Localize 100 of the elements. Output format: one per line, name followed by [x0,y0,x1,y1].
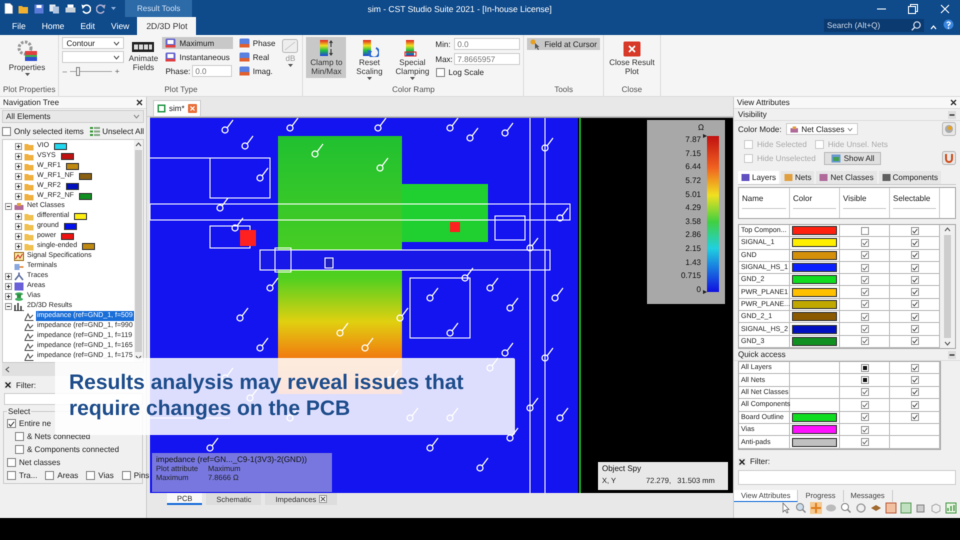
color-ramp-button[interactable]: Reset Scaling [349,37,390,82]
checkbox[interactable] [910,413,918,422]
ribbon-tab[interactable]: Edit [72,17,104,35]
checkbox[interactable] [860,226,868,235]
scroll-up-icon[interactable] [135,142,142,147]
panel-tab[interactable]: Components [878,171,941,184]
scroll-down-icon[interactable] [944,341,951,346]
checkbox[interactable] [910,300,918,308]
checkbox[interactable] [910,264,918,272]
checkbox[interactable] [860,438,868,446]
min-input[interactable]: 0.0 [454,38,520,50]
checkbox[interactable] [910,325,918,334]
checkbox[interactable] [2,127,11,136]
plot-part-button[interactable]: Real [236,51,278,63]
clear-filter-icon[interactable] [738,458,746,466]
close-icon[interactable] [950,99,957,106]
pan-icon[interactable] [810,502,822,514]
checkbox[interactable] [860,388,868,396]
phase-input[interactable]: 0.0 [192,65,232,77]
expand-icon[interactable] [15,192,22,200]
checkbox[interactable] [910,337,918,346]
close-icon[interactable] [136,99,143,106]
collapse-icon[interactable] [948,350,956,358]
panel-tab[interactable]: Net Classes [816,171,877,184]
panel-tab[interactable]: Nets [781,171,814,184]
slider-minus[interactable]: – [62,66,67,76]
collapse-icon[interactable] [948,110,956,118]
scroll-up-icon[interactable] [944,227,951,232]
checkbox[interactable] [860,276,868,284]
unselect-all-button[interactable]: Unselect All [90,127,144,136]
ribbon-tab[interactable]: 2D/3D Plot [137,17,196,35]
color-mode-dropdown[interactable]: Net Classes [786,123,858,135]
properties-button[interactable]: Properties [3,37,51,78]
checkbox[interactable] [7,419,16,428]
field-at-cursor-button[interactable]: Field at Cursor [527,38,600,50]
filter-input[interactable] [738,470,956,485]
element-filter-dropdown[interactable]: All Elements [2,110,144,123]
animate-fields-button[interactable]: Animate Fields [127,37,160,74]
restore-icon[interactable] [908,4,918,14]
checkbox[interactable] [7,458,16,467]
expand-icon[interactable] [15,182,22,190]
scrollbar[interactable] [940,225,955,348]
checkbox[interactable] [860,337,868,346]
expand-icon[interactable] [15,172,22,180]
checkbox[interactable] [910,251,918,260]
ribbon-tab[interactable]: View [103,17,138,35]
checkbox[interactable] [86,471,96,480]
checkbox[interactable] [910,238,918,247]
expand-icon[interactable] [15,212,22,220]
expand-icon[interactable] [15,162,22,170]
checkbox[interactable] [860,364,868,372]
plot-style-dropdown[interactable]: Contour [62,37,124,49]
zoom-icon[interactable] [795,502,807,514]
dropdown-field[interactable] [62,51,124,63]
magnet-icon[interactable] [942,151,956,165]
checkbox[interactable] [436,68,446,77]
checkbox[interactable] [860,426,868,434]
expand-icon[interactable] [15,142,22,150]
collapse-icon[interactable] [5,202,12,210]
checkbox[interactable] [910,288,918,296]
slider-thumb[interactable] [76,66,80,76]
plot-mode-button[interactable]: Maximum [162,37,233,49]
checkbox[interactable] [15,432,24,441]
ribbon-tab[interactable]: Home [34,17,72,35]
checkbox[interactable] [910,400,918,409]
close-icon[interactable] [319,495,328,503]
clear-filter-icon[interactable] [4,381,12,389]
expand-icon[interactable] [5,272,12,280]
checkbox[interactable] [910,312,918,321]
checkbox[interactable] [910,226,918,235]
checkbox[interactable] [7,471,16,480]
color-ramp-button[interactable]: Special Clamping [392,37,432,82]
plot-mode-button[interactable]: Instantaneous [162,51,233,63]
checkbox[interactable] [860,264,868,272]
checkbox[interactable] [910,276,918,284]
checkbox[interactable] [15,445,24,454]
checkbox[interactable] [122,471,131,480]
checkbox[interactable] [45,471,54,480]
expand-icon[interactable] [15,232,22,240]
panel-tab[interactable]: Layers [738,171,780,184]
checkbox[interactable] [860,376,868,384]
slider-plus[interactable]: + [114,66,120,76]
checkbox[interactable] [860,300,868,308]
box-icon[interactable] [915,502,927,514]
expand-icon[interactable] [15,242,22,250]
caret-icon[interactable] [111,7,116,10]
collapse-icon[interactable] [5,302,12,310]
close-result-plot-button[interactable]: Close Result Plot [606,37,657,78]
checkbox[interactable] [860,251,868,260]
scroll-left-icon[interactable] [5,366,10,373]
checkbox[interactable] [860,325,868,334]
checkbox[interactable] [860,400,868,409]
zoom-icon[interactable] [840,502,852,514]
chart-icon[interactable] [945,502,957,514]
plot-part-button[interactable]: Imag. [236,65,278,77]
max-input[interactable]: 7.8665957 [454,53,520,65]
checkbox[interactable] [910,364,918,372]
expand-icon[interactable] [5,292,12,300]
checkbox[interactable] [910,376,918,384]
show-all-button[interactable]: Show All [824,152,882,164]
